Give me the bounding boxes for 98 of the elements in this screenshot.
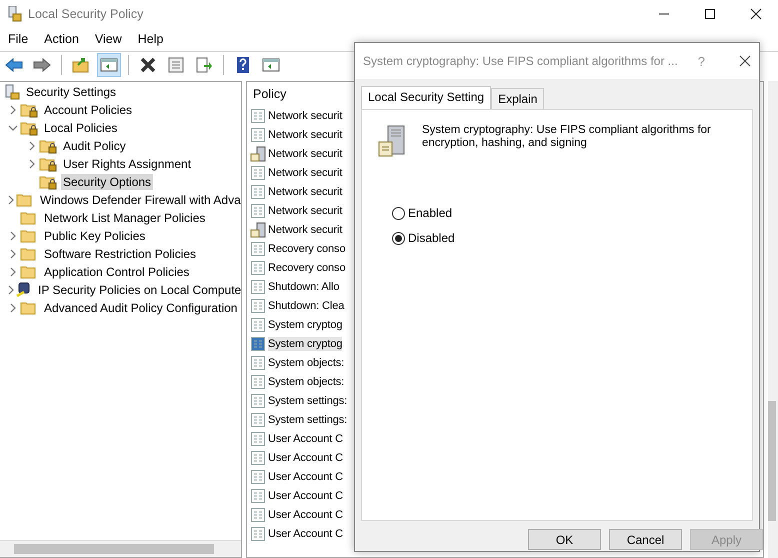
computer-icon (16, 282, 32, 298)
policy-icon (250, 354, 266, 370)
tree-item[interactable]: Local Policies (42, 120, 120, 136)
column-header[interactable]: Policy (253, 82, 286, 106)
policy-icon (250, 240, 266, 256)
radio-label[interactable]: Disabled (408, 231, 455, 245)
radio-button[interactable] (392, 232, 405, 244)
locked-folder-icon (20, 102, 38, 118)
policy-name[interactable]: System cryptog (268, 336, 342, 350)
vertical-scrollbar[interactable] (768, 81, 778, 558)
folder-icon (20, 210, 38, 226)
locked-folder-icon (39, 156, 57, 172)
tree-item[interactable]: Software Restriction Policies (42, 246, 198, 262)
folder-icon (16, 192, 34, 208)
locked-folder-icon (39, 138, 57, 154)
horizontal-scrollbar[interactable] (0, 540, 241, 557)
locked-folder-icon (20, 120, 38, 136)
dialog-button[interactable]: OK (528, 529, 601, 550)
dialog-title: System cryptography: Use FIPS compliant algorithms for ... (363, 54, 678, 68)
policy-root-icon (4, 84, 20, 100)
policy-icon (250, 126, 266, 142)
policy-name[interactable]: Shutdown: Allo (268, 280, 340, 294)
policy-icon (250, 108, 266, 124)
folder-icon (20, 300, 38, 316)
policy-name[interactable]: User Account C (268, 488, 344, 502)
folder-icon (20, 228, 38, 244)
policy-name[interactable]: Network securit (268, 184, 342, 198)
policy-icon (250, 164, 266, 180)
policy-icon (250, 260, 266, 276)
policy-name[interactable]: Network securit (268, 108, 342, 122)
policy-icon (250, 298, 266, 314)
policy-icon (250, 392, 266, 408)
menu-item[interactable]: File (8, 32, 28, 46)
policy-description: System cryptography: Use FIPS compliant algorithms for encryption, hashing, and signing (422, 124, 712, 151)
tree-item[interactable]: Public Key Policies (42, 228, 148, 244)
server-icon (250, 222, 266, 238)
policy-name[interactable]: Network securit (268, 128, 342, 142)
policy-name[interactable]: System objects: (268, 356, 344, 370)
policy-icon (250, 450, 266, 466)
policy-name[interactable]: User Account C (268, 470, 344, 484)
close-icon[interactable] (750, 8, 762, 20)
folder-icon (20, 264, 38, 280)
policy-name[interactable]: System objects: (268, 374, 344, 388)
policy-name[interactable]: User Account C (268, 432, 344, 446)
chevron-down-icon[interactable] (8, 123, 18, 133)
maximize-icon[interactable] (704, 8, 716, 20)
policy-icon (250, 202, 266, 218)
policy-icon (250, 316, 266, 332)
policy-icon (250, 374, 266, 390)
tree-item[interactable]: Account Policies (42, 102, 134, 118)
tree-item[interactable]: Network List Manager Policies (42, 210, 208, 226)
policy-icon (250, 184, 266, 200)
tree-item[interactable]: Advanced Audit Policy Configuration (42, 300, 240, 316)
menu-item[interactable]: Help (138, 32, 164, 46)
chevron-right-icon[interactable] (8, 105, 18, 115)
folder-icon (20, 246, 38, 262)
policy-name[interactable]: System cryptog (268, 318, 342, 332)
window-title: Local Security Policy (28, 6, 144, 20)
menu-item[interactable]: View (94, 32, 122, 46)
tree-item[interactable]: User Rights Assignment (61, 156, 194, 172)
policy-icon (250, 506, 266, 522)
policy-icon (250, 412, 266, 428)
tab[interactable]: Local Security Setting (361, 86, 492, 109)
policy-icon (250, 468, 266, 484)
policy-name[interactable]: Shutdown: Clea (268, 298, 344, 312)
menu-item[interactable]: Action (44, 32, 79, 46)
tree-item[interactable]: Application Control Policies (42, 264, 192, 280)
tree-item[interactable]: Security Options (61, 174, 154, 190)
policy-name[interactable]: Network securit (268, 146, 342, 160)
policy-name[interactable]: Network securit (268, 166, 342, 180)
radio-button[interactable] (392, 206, 405, 220)
policy-name[interactable]: Network securit (268, 222, 342, 236)
radio-label[interactable]: Enabled (408, 206, 452, 220)
policy-name[interactable]: Recovery conso (268, 242, 346, 256)
policy-name[interactable]: User Account C (268, 450, 344, 464)
locked-folder-icon (39, 174, 57, 190)
policy-icon (250, 336, 266, 352)
policy-name[interactable]: System settings: (268, 412, 348, 426)
policy-icon (250, 278, 266, 294)
policy-name[interactable]: System settings: (268, 394, 348, 408)
chevron-right-icon[interactable] (6, 195, 16, 205)
dialog-button[interactable]: Cancel (609, 529, 682, 550)
policy-name[interactable]: Recovery conso (268, 260, 346, 274)
close-icon[interactable] (739, 55, 752, 67)
policy-icon (250, 488, 266, 504)
server-icon (250, 146, 266, 162)
tree-item[interactable]: IP Security Policies on Local Compute (36, 282, 241, 298)
app-icon (8, 6, 22, 22)
tree-item[interactable]: Windows Defender Firewall with Adva (38, 192, 241, 208)
policy-icon (250, 526, 266, 542)
policy-name[interactable]: User Account C (268, 526, 344, 540)
tab[interactable]: Explain (491, 88, 544, 109)
policy-name[interactable]: User Account C (268, 508, 344, 522)
tree-item[interactable]: Security Settings (24, 84, 118, 100)
pane-icon[interactable] (97, 53, 121, 77)
policy-name[interactable]: Network securit (268, 204, 342, 218)
policy-icon (250, 430, 266, 446)
tree-item[interactable]: Audit Policy (61, 138, 128, 154)
